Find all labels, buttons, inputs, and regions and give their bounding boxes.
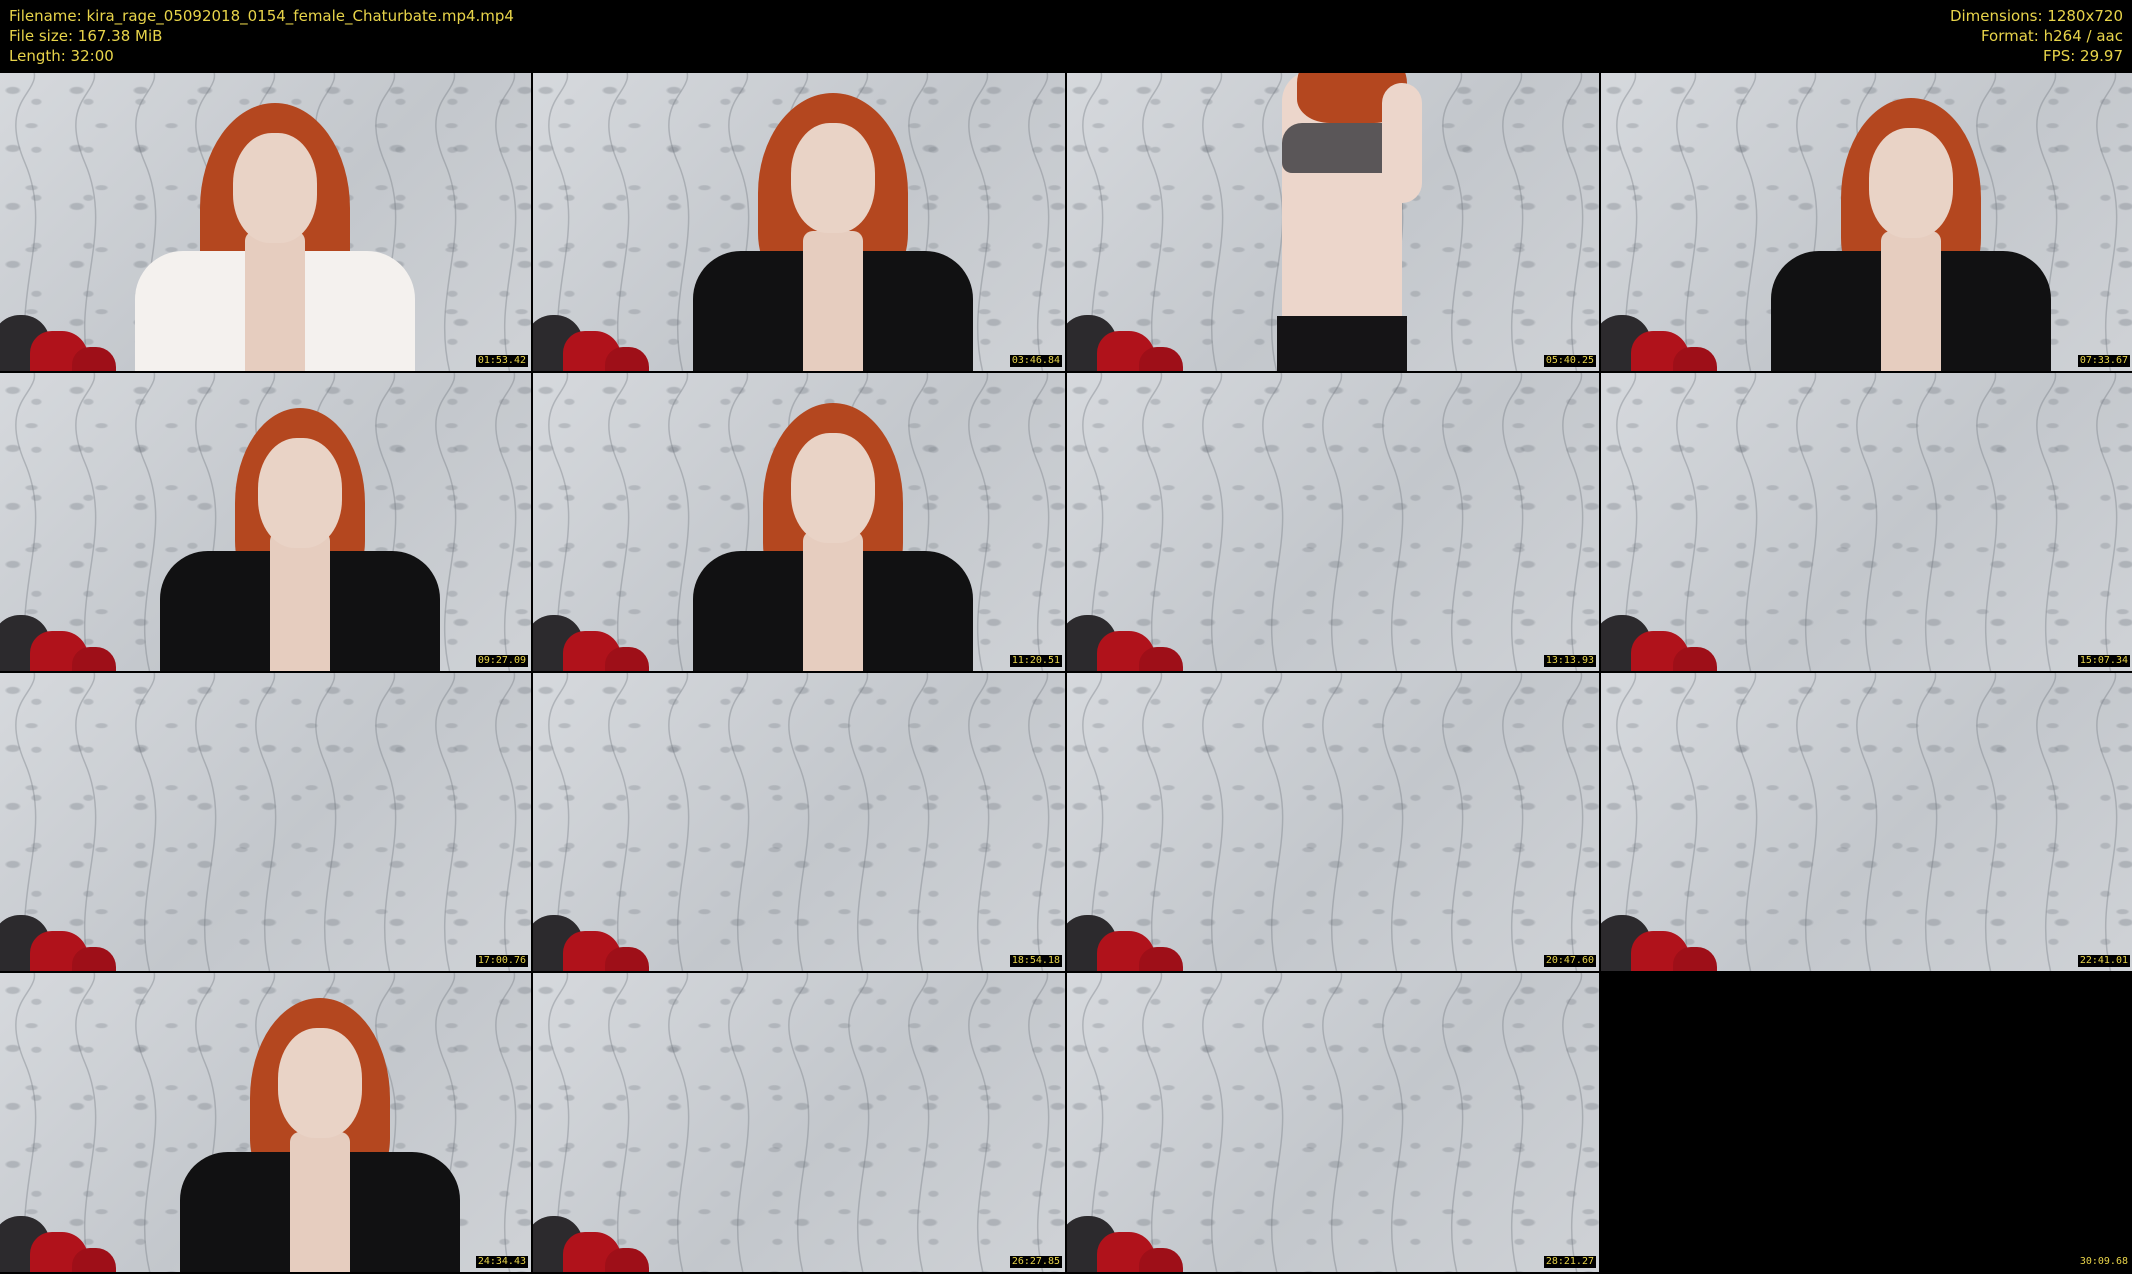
thumbnail-8: 15:07.34 bbox=[1601, 373, 2132, 671]
timestamp-label: 30:09.68 bbox=[2077, 1256, 2130, 1268]
timestamp-label: 07:33.67 bbox=[2077, 355, 2130, 367]
timestamp-label: 28:21.27 bbox=[1543, 1256, 1596, 1268]
thumbnail-3: 05:40.25 bbox=[1067, 73, 1599, 371]
dimensions-label: Dimensions: 1280x720 bbox=[1949, 7, 2123, 25]
thumbnail-6: 11:20.51 bbox=[533, 373, 1065, 671]
wallpaper-pattern bbox=[1082, 973, 1584, 1272]
person-figure bbox=[1601, 73, 2132, 371]
person-figure bbox=[1067, 73, 1599, 371]
thumbnail-12: 22:41.01 bbox=[1601, 673, 2132, 971]
fps-label: FPS: 29.97 bbox=[2043, 47, 2123, 65]
person-figure bbox=[0, 973, 531, 1272]
person-figure bbox=[533, 373, 1065, 671]
wallpaper-pattern bbox=[1616, 673, 2118, 971]
timestamp-label: 26:27.85 bbox=[1009, 1256, 1062, 1268]
file-size-label: File size: 167.38 MiB bbox=[9, 27, 163, 45]
timestamp-label: 17:00.76 bbox=[475, 955, 528, 967]
length-label: Length: 32:00 bbox=[9, 47, 114, 65]
timestamp-label: 18:54.18 bbox=[1009, 955, 1062, 967]
timestamp-label: 11:20.51 bbox=[1009, 655, 1062, 667]
wallpaper-pattern bbox=[1082, 373, 1584, 671]
wallpaper-pattern bbox=[15, 673, 517, 971]
thumbnail-15: 28:21.27 bbox=[1067, 973, 1599, 1272]
timestamp-label: 15:07.34 bbox=[2077, 655, 2130, 667]
timestamp-label: 03:46.84 bbox=[1009, 355, 1062, 367]
thumbnail-9: 17:00.76 bbox=[0, 673, 531, 971]
timestamp-label: 05:40.25 bbox=[1543, 355, 1596, 367]
timestamp-label: 20:47.60 bbox=[1543, 955, 1596, 967]
person-figure bbox=[0, 73, 531, 371]
file-info: Filename: kira_rage_05092018_0154_female… bbox=[9, 6, 514, 66]
wallpaper-pattern bbox=[548, 973, 1050, 1272]
person-figure bbox=[0, 373, 531, 671]
timestamp-label: 13:13.93 bbox=[1543, 655, 1596, 667]
thumbnail-1: 01:53.42 bbox=[0, 73, 531, 371]
format-label: Format: h264 / aac bbox=[1980, 27, 2123, 45]
wallpaper-pattern bbox=[1082, 673, 1584, 971]
wallpaper-pattern bbox=[548, 673, 1050, 971]
thumbnail-16: 30:09.68 bbox=[1601, 973, 2132, 1272]
timestamp-label: 09:27.09 bbox=[475, 655, 528, 667]
person-figure bbox=[533, 73, 1065, 371]
thumbnail-14: 26:27.85 bbox=[533, 973, 1065, 1272]
thumbnail-5: 09:27.09 bbox=[0, 373, 531, 671]
thumbnail-11: 20:47.60 bbox=[1067, 673, 1599, 971]
thumbnail-10: 18:54.18 bbox=[533, 673, 1065, 971]
thumbnail-2: 03:46.84 bbox=[533, 73, 1065, 371]
timestamp-label: 01:53.42 bbox=[475, 355, 528, 367]
wallpaper-pattern bbox=[1616, 373, 2118, 671]
timestamp-label: 24:34.43 bbox=[475, 1256, 528, 1268]
contact-sheet: Filename: kira_rage_05092018_0154_female… bbox=[0, 0, 2132, 1274]
media-info: Dimensions: 1280x720 Format: h264 / aac … bbox=[1950, 6, 2123, 66]
thumbnail-grid: 01:53.42 03:46.84 05:40.25 07:33.67 09:27.09… bbox=[0, 73, 2132, 1274]
thumbnail-13: 24:34.43 bbox=[0, 973, 531, 1272]
thumbnail-7: 13:13.93 bbox=[1067, 373, 1599, 671]
filename-label: Filename: kira_rage_05092018_0154_female… bbox=[9, 7, 514, 25]
timestamp-label: 22:41.01 bbox=[2077, 955, 2130, 967]
thumbnail-4: 07:33.67 bbox=[1601, 73, 2132, 371]
